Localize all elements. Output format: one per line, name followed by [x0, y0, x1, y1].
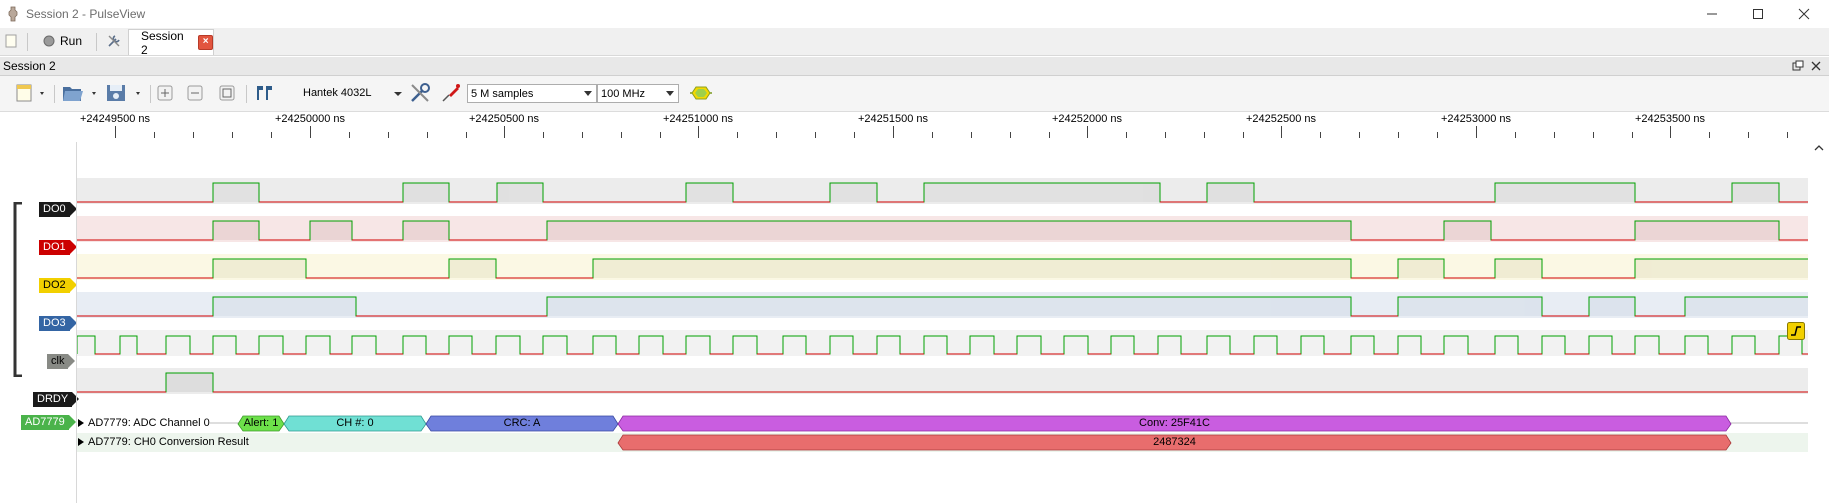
window-title: Session 2 - PulseView [26, 7, 146, 21]
close-tab-icon[interactable]: × [198, 35, 213, 50]
minimize-button[interactable] [1689, 0, 1735, 28]
annotation-crc: CRC: A [503, 417, 541, 429]
header-divider [76, 142, 77, 503]
waveform-DRDY [77, 372, 1808, 393]
close-dock-icon[interactable] [1810, 60, 1822, 72]
toolbar-separator [246, 85, 247, 103]
session-tab-label: Session 2 [141, 28, 184, 57]
device-label: Hantek 4032L [303, 87, 372, 99]
ruler-label: +24253500 ns [1635, 113, 1706, 125]
ruler-label: +24249500 ns [80, 113, 151, 125]
time-ruler[interactable]: +24249500 ns +24250000 ns +24250500 ns +… [0, 112, 1829, 142]
toolbar-separator [54, 85, 55, 103]
add-decoder-button[interactable] [688, 81, 714, 105]
zoom-in-icon [157, 85, 173, 101]
decoder-row-conversion-result[interactable]: AD7779: CH0 Conversion Result 2487324 [77, 433, 1808, 452]
maximize-icon [1753, 9, 1763, 19]
run-label: Run [60, 34, 83, 48]
cursors-icon [257, 86, 272, 100]
waveform-clk [76, 335, 1808, 355]
toolbar-separator [96, 33, 97, 51]
trigger-rising-edge-icon[interactable] [1787, 322, 1805, 340]
chevron-down-icon [584, 91, 592, 96]
zoom-fit-icon [219, 85, 235, 101]
zoom-out-icon [187, 85, 203, 101]
configure-icon [411, 83, 430, 102]
maximize-button[interactable] [1735, 0, 1781, 28]
tools-icon [108, 35, 120, 47]
ruler-label: +24253000 ns [1441, 113, 1512, 125]
zoom-fit-button[interactable] [217, 81, 237, 105]
protocol-decoder-icon [690, 86, 712, 100]
annotation-conversion: Conv: 25F41C [1139, 417, 1210, 429]
sample-count-select[interactable]: 5 M samples [467, 84, 597, 103]
ruler-label: +24251000 ns [663, 113, 734, 125]
samplerate-value: 100 MHz [601, 87, 646, 100]
new-view-button[interactable] [12, 81, 50, 105]
probe-icon [442, 84, 460, 102]
chevron-down-icon [394, 92, 402, 96]
save-icon [107, 85, 140, 101]
tab-session-2[interactable]: Session 2 × [128, 28, 214, 57]
toolbar-separator [150, 85, 151, 103]
run-status-icon [43, 35, 55, 47]
decoder-row-adc-channel-0[interactable]: AD7779: ADC Channel 0 Alert: 1 CH #: 0 C… [77, 414, 1808, 433]
session-dock-header: Session 2 [0, 57, 1829, 76]
float-dock-icon[interactable] [1792, 60, 1804, 72]
configure-device-button[interactable] [408, 81, 432, 105]
dock-title: Session 2 [3, 59, 56, 73]
main-tabbar: Run Session 2 × [0, 28, 1829, 57]
vertical-scrollbar[interactable] [1808, 142, 1829, 503]
save-file-button[interactable] [104, 81, 144, 105]
configure-channels-button[interactable] [440, 81, 462, 105]
settings-button[interactable] [106, 28, 122, 54]
session-toolbar: Hantek 4032L 5 M samples 100 MHz [0, 76, 1829, 112]
new-session-button[interactable] [4, 28, 18, 54]
pulseview-app-icon [8, 6, 18, 22]
zoom-out-button[interactable] [185, 81, 205, 105]
samplerate-select[interactable]: 100 MHz [597, 84, 679, 103]
ruler-label: +24251500 ns [858, 113, 929, 125]
annotation-alert: Alert: 1 [243, 417, 279, 429]
close-window-button[interactable] [1781, 0, 1827, 28]
document-icon [5, 34, 17, 48]
cursor-toggle-button[interactable] [254, 81, 274, 105]
trace-view[interactable]: DO0 DO1 DO2 DO3 clk DRDY AD7779 AD7779: … [0, 142, 1829, 503]
chevron-down-icon [666, 91, 674, 96]
new-view-icon [16, 84, 44, 102]
minimize-icon [1707, 13, 1717, 15]
ruler-label: +24250000 ns [275, 113, 346, 125]
annotation-channel-number: CH #: 0 [336, 417, 374, 429]
device-selector[interactable]: Hantek 4032L [303, 81, 403, 105]
open-file-button[interactable] [60, 81, 100, 105]
ruler-label: +24252500 ns [1246, 113, 1317, 125]
close-icon [1798, 8, 1810, 20]
scroll-up-icon[interactable] [1813, 142, 1825, 154]
toolbar-separator [27, 33, 28, 51]
run-button[interactable]: Run [43, 28, 82, 54]
sample-count-value: 5 M samples [471, 87, 534, 100]
window-titlebar: Session 2 - PulseView [0, 0, 1829, 28]
zoom-in-button[interactable] [155, 81, 175, 105]
annotation-conversion-result: 2487324 [1153, 436, 1196, 448]
folder-open-icon [63, 87, 96, 101]
ruler-label: +24252000 ns [1052, 113, 1123, 125]
ruler-label: +24250500 ns [469, 113, 540, 125]
